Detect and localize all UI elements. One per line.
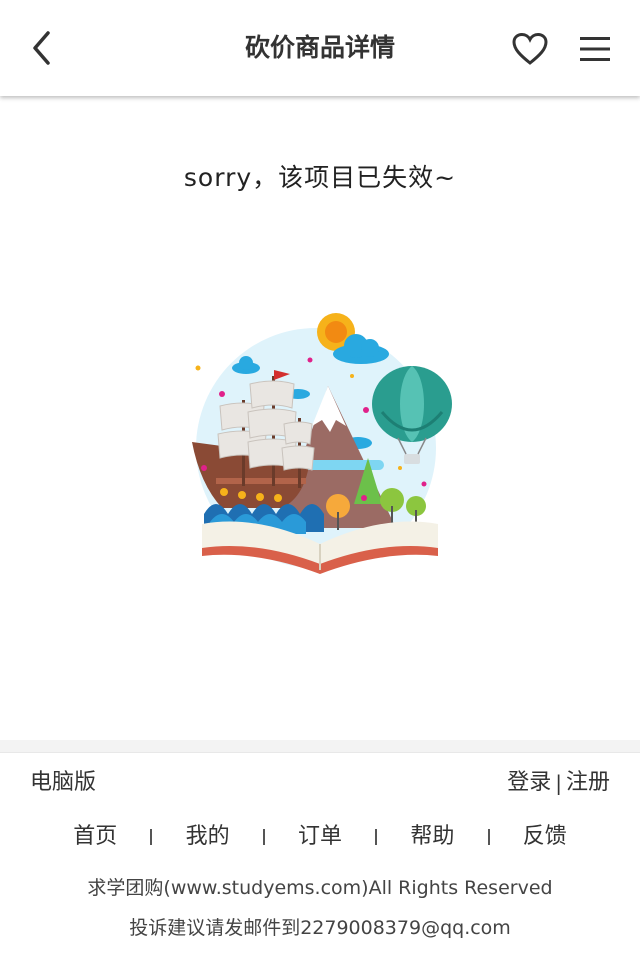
footer-nav-home[interactable]: 首页: [40, 821, 150, 853]
hamburger-menu-icon: [580, 37, 610, 61]
footer-divider: [0, 740, 640, 752]
copyright-text: 求学团购(www.studyems.com)All Rights Reserve…: [87, 877, 553, 899]
footer-nav-orders[interactable]: 订单: [265, 821, 375, 853]
favorite-button[interactable]: [508, 28, 552, 70]
register-link[interactable]: 注册: [566, 767, 610, 799]
footer-nav-help[interactable]: 帮助: [377, 821, 487, 853]
login-link[interactable]: 登录: [507, 767, 551, 799]
complaint-email-text: 投诉建议请发邮件到2279008379@qq.com: [129, 917, 511, 939]
footer: 电脑版 登录 | 注册 首页 我的 订单 帮助 反馈 求学团购(www.stud…: [0, 752, 640, 961]
auth-links: 登录 | 注册: [507, 767, 610, 799]
footer-nav-mine[interactable]: 我的: [152, 821, 262, 853]
menu-button[interactable]: [576, 30, 614, 68]
desktop-version-link[interactable]: 电脑版: [30, 767, 96, 799]
top-bar: 砍价商品详情: [0, 0, 640, 96]
footer-nav: 首页 我的 订单 帮助 反馈: [40, 821, 600, 853]
heart-outline-icon: [512, 32, 548, 65]
invalid-item-message: sorry，该项目已失效~: [183, 163, 457, 192]
empty-state-illustration: [186, 308, 454, 576]
footer-nav-feedback[interactable]: 反馈: [490, 821, 600, 853]
auth-separator: |: [555, 771, 562, 795]
